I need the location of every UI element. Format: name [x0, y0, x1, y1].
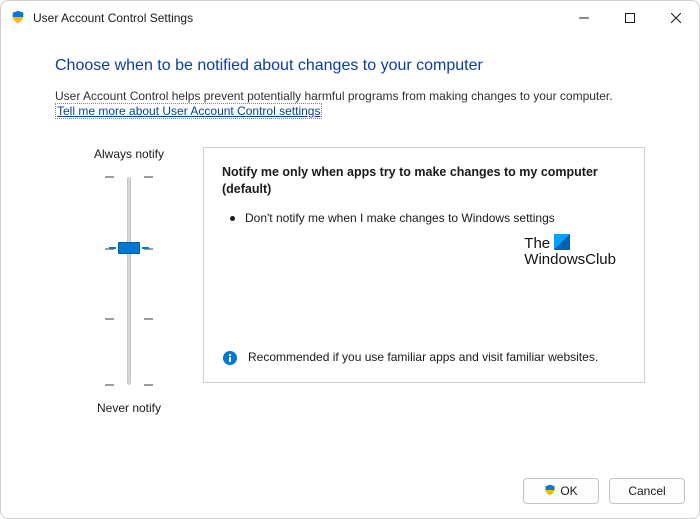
close-button[interactable] — [653, 3, 699, 33]
page-heading: Choose when to be notified about changes… — [55, 57, 645, 75]
recommendation-text: Recommended if you use familiar apps and… — [248, 349, 598, 366]
watermark-line2: WindowsClub — [524, 251, 616, 268]
ok-button[interactable]: OK — [523, 478, 599, 504]
maximize-button[interactable] — [607, 3, 653, 33]
cancel-button[interactable]: Cancel — [609, 478, 685, 504]
main-row: Always notify Never notify Notify me onl… — [55, 147, 645, 415]
detail-panel: Notify me only when apps try to make cha… — [203, 147, 645, 383]
watermark-line1: The — [524, 235, 550, 252]
info-icon — [222, 350, 238, 366]
slider-column: Always notify Never notify — [55, 147, 203, 415]
titlebar: User Account Control Settings — [1, 1, 699, 35]
minimize-button[interactable] — [561, 3, 607, 33]
notification-slider[interactable] — [99, 171, 159, 391]
description-text: User Account Control helps prevent poten… — [55, 89, 645, 103]
slider-thumb[interactable] — [118, 242, 140, 254]
bullet-icon — [230, 216, 235, 221]
panel-bullet-row: Don't notify me when I make changes to W… — [222, 210, 626, 227]
panel-bullet-text: Don't notify me when I make changes to W… — [245, 210, 555, 227]
cancel-button-label: Cancel — [628, 484, 665, 498]
learn-more-link[interactable]: Tell me more about User Account Control … — [55, 103, 322, 119]
titlebar-buttons — [561, 3, 699, 33]
watermark-logo-icon — [554, 234, 570, 250]
ok-button-label: OK — [560, 484, 577, 498]
shield-icon — [544, 484, 556, 499]
content-area: Choose when to be notified about changes… — [1, 35, 699, 478]
slider-label-top: Always notify — [55, 147, 203, 161]
watermark: The WindowsClub — [524, 234, 616, 268]
slider-track — [127, 177, 131, 385]
footer: OK Cancel — [1, 478, 699, 518]
uac-settings-window: User Account Control Settings Choose whe… — [0, 0, 700, 519]
slider-label-bottom: Never notify — [55, 401, 203, 415]
window-title: User Account Control Settings — [33, 11, 193, 25]
shield-icon — [11, 10, 25, 27]
recommendation-row: Recommended if you use familiar apps and… — [222, 349, 626, 366]
panel-title: Notify me only when apps try to make cha… — [222, 164, 626, 198]
